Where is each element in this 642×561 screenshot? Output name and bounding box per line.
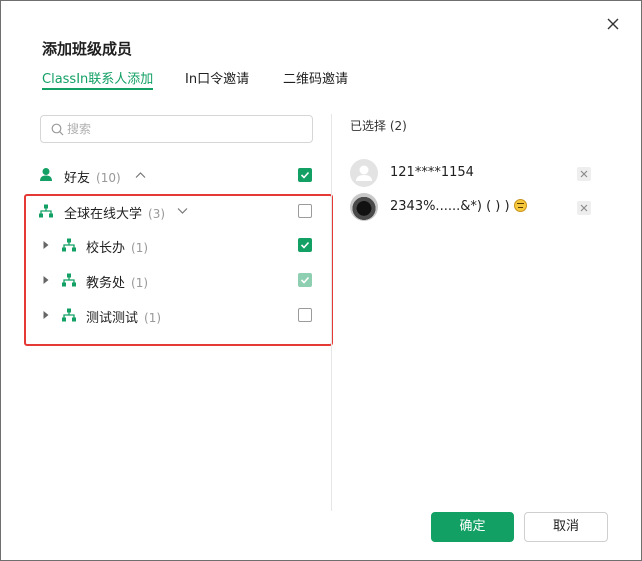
tree-row-label: 测试测试 (1) xyxy=(86,311,162,326)
caret-right-icon[interactable] xyxy=(42,275,50,285)
tree-row-label: 全球在线大学 (3) xyxy=(64,207,166,222)
org-icon xyxy=(39,204,53,218)
child-checkbox[interactable] xyxy=(298,238,312,252)
chevron-down-icon[interactable] xyxy=(177,207,188,215)
dialog-title: 添加班级成员 xyxy=(42,40,133,58)
avatar xyxy=(350,193,378,221)
angry-face-icon xyxy=(513,199,527,212)
caret-right-icon[interactable] xyxy=(42,310,50,320)
org-icon xyxy=(62,273,76,287)
selected-item-name-wrap: 2343%......&*) ( ) ) xyxy=(390,199,527,214)
selected-item-name: 121****1154 xyxy=(390,165,474,180)
confirm-button[interactable]: 确定 xyxy=(431,512,514,542)
remove-icon[interactable] xyxy=(577,167,591,181)
close-icon[interactable] xyxy=(604,15,622,33)
selected-item: 2343%......&*) ( ) ) xyxy=(350,193,600,221)
user-icon xyxy=(40,168,52,181)
tree-row-label: 教务处 (1) xyxy=(86,276,149,291)
search-box xyxy=(40,115,313,143)
search-input[interactable] xyxy=(67,120,297,138)
child-checkbox[interactable] xyxy=(298,273,312,287)
tree-row-child[interactable]: 测试测试 (1) xyxy=(1,303,331,327)
selected-item-name: 2343%......&*) ( ) ) xyxy=(390,199,510,214)
cancel-button[interactable]: 取消 xyxy=(524,512,608,542)
selected-item: 121****1154 xyxy=(350,159,600,187)
friends-checkbox[interactable] xyxy=(298,168,312,182)
panel-divider xyxy=(331,114,332,511)
tab-classin-contacts[interactable]: ClassIn联系人添加 xyxy=(42,68,154,90)
add-class-members-dialog: 添加班级成员 ClassIn联系人添加 In口令邀请 二维码邀请 好友(10) … xyxy=(0,0,642,561)
chevron-up-icon[interactable] xyxy=(135,171,146,179)
tab-in-code-invite[interactable]: In口令邀请 xyxy=(185,68,249,87)
tab-qrcode-invite[interactable]: 二维码邀请 xyxy=(283,68,348,87)
org-icon xyxy=(62,238,76,252)
org-icon xyxy=(62,308,76,322)
tree-row-friends[interactable]: 好友 (10) xyxy=(1,163,331,187)
caret-right-icon[interactable] xyxy=(42,240,50,250)
org-checkbox[interactable] xyxy=(298,204,312,218)
remove-icon[interactable] xyxy=(577,201,591,215)
avatar xyxy=(350,159,378,187)
tree-row-org[interactable]: 全球在线大学 (3) xyxy=(1,199,331,223)
tree-row-label: 校长办 (1) xyxy=(86,241,149,256)
child-checkbox[interactable] xyxy=(298,308,312,322)
tree-row-child[interactable]: 教务处 (1) xyxy=(1,268,331,292)
selected-count-label: 已选择 (2) xyxy=(350,119,407,133)
tree-row-label: 好友 (10) xyxy=(64,171,121,186)
tree-row-child[interactable]: 校长办 (1) xyxy=(1,233,331,257)
search-icon xyxy=(51,123,64,136)
